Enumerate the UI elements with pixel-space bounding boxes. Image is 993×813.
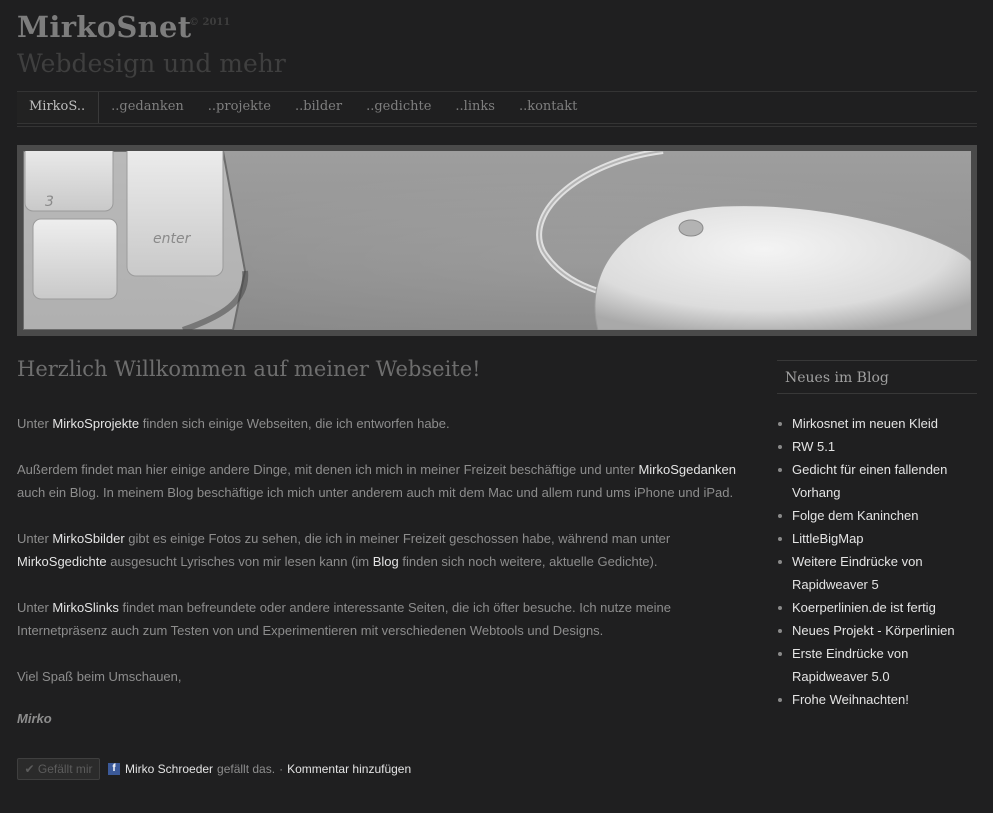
text: gibt es einige Fotos zu sehen, die ich i… xyxy=(124,531,671,546)
sidebar-divider xyxy=(777,393,977,394)
link-mirkoslinks[interactable]: MirkoSlinks xyxy=(52,600,118,615)
intro-paragraph-4: Unter MirkoSlinks findet man befreundete… xyxy=(17,596,757,642)
key-number-label: 3 xyxy=(45,194,54,210)
facebook-like-bar: ✔ Gefällt mir f Mirko Schroeder gefällt … xyxy=(17,757,411,781)
header-banner: 3 enter xyxy=(17,145,977,336)
intro-paragraph-2: Außerdem findet man hier einige andere D… xyxy=(17,458,757,504)
enter-key-label: enter xyxy=(153,231,192,247)
text: Unter xyxy=(17,416,53,431)
sidebar-title: Neues im Blog xyxy=(785,370,889,386)
keyboard-mouse-illustration: 3 enter xyxy=(23,151,971,330)
intro-paragraph-1: Unter MirkoSprojekte finden sich einige … xyxy=(17,412,757,435)
copyright-note: © 2011 xyxy=(189,17,231,28)
nav-item-gedichte[interactable]: ..gedichte xyxy=(354,92,443,124)
blog-post-link[interactable]: Koerperlinien.de ist fertig xyxy=(777,596,977,619)
blog-post-link[interactable]: Gedicht für einen fallenden Vorhang xyxy=(777,458,977,504)
blog-post-link[interactable]: RW 5.1 xyxy=(777,435,977,458)
blog-post-link[interactable]: Frohe Weihnachten! xyxy=(777,688,977,711)
sidebar: Neues im Blog Mirkosnet im neuen Kleid R… xyxy=(777,360,977,711)
link-mirkosgedichte[interactable]: MirkoSgedichte xyxy=(17,554,107,569)
text: Unter xyxy=(17,600,53,615)
text: ausgesucht Lyrisches von mir lesen kann … xyxy=(106,554,373,569)
welcome-heading: Herzlich Willkommen auf meiner Webseite! xyxy=(17,357,481,381)
blog-post-link[interactable]: Erste Eindrücke von Rapidweaver 5.0 xyxy=(777,642,977,688)
nav-bottom-divider-2 xyxy=(17,126,977,127)
link-mirkosgedanken[interactable]: MirkoSgedanken xyxy=(638,462,736,477)
blog-post-link[interactable]: Folge dem Kaninchen xyxy=(777,504,977,527)
nav-item-gedanken[interactable]: ..gedanken xyxy=(99,92,196,124)
text: finden sich noch weitere, aktuelle Gedic… xyxy=(398,554,658,569)
link-mirkosbilder[interactable]: MirkoSbilder xyxy=(52,531,124,546)
blog-post-link[interactable]: Neues Projekt - Körperlinien xyxy=(777,619,977,642)
link-blog[interactable]: Blog xyxy=(373,554,399,569)
main-content: Unter MirkoSprojekte finden sich einige … xyxy=(17,412,757,739)
like-button[interactable]: ✔ Gefällt mir xyxy=(17,758,100,780)
main-navigation: MirkoS.. ..gedanken ..projekte ..bilder … xyxy=(17,92,977,124)
banner-photo: 3 enter xyxy=(23,151,971,330)
nav-item-links[interactable]: ..links xyxy=(443,92,507,124)
text: auch ein Blog. In meinem Blog beschäftig… xyxy=(17,485,734,500)
text: Außerdem findet man hier einige andere D… xyxy=(17,462,639,477)
add-comment-link[interactable]: Kommentar hinzufügen xyxy=(287,762,411,776)
blog-post-link[interactable]: LittleBigMap xyxy=(777,527,977,550)
nav-item-home[interactable]: MirkoS.. xyxy=(17,92,100,124)
intro-paragraph-3: Unter MirkoSbilder gibt es einige Fotos … xyxy=(17,527,757,573)
link-mirkosprojekte[interactable]: MirkoSprojekte xyxy=(52,416,139,431)
nav-item-kontakt[interactable]: ..kontakt xyxy=(507,92,589,124)
closing-line: Viel Spaß beim Umschauen, xyxy=(17,669,182,684)
nav-item-bilder[interactable]: ..bilder xyxy=(283,92,354,124)
signature: Mirko xyxy=(17,711,52,726)
blog-post-list: Mirkosnet im neuen Kleid RW 5.1 Gedicht … xyxy=(777,412,977,711)
likes-text: gefällt das. xyxy=(217,762,276,776)
text: finden sich einige Webseiten, die ich en… xyxy=(139,416,450,431)
text: Unter xyxy=(17,531,53,546)
blog-post-link[interactable]: Weitere Eindrücke von Rapidweaver 5 xyxy=(777,550,977,596)
nav-bottom-divider xyxy=(17,123,977,124)
facebook-user-link[interactable]: Mirko Schroeder xyxy=(125,762,213,776)
site-tagline: Webdesign und mehr xyxy=(17,49,286,78)
blog-post-link[interactable]: Mirkosnet im neuen Kleid xyxy=(777,412,977,435)
facebook-icon: f xyxy=(108,763,120,775)
nav-item-projekte[interactable]: ..projekte xyxy=(196,92,283,124)
site-title[interactable]: MirkoSnet xyxy=(17,10,191,44)
separator: · xyxy=(279,762,284,776)
